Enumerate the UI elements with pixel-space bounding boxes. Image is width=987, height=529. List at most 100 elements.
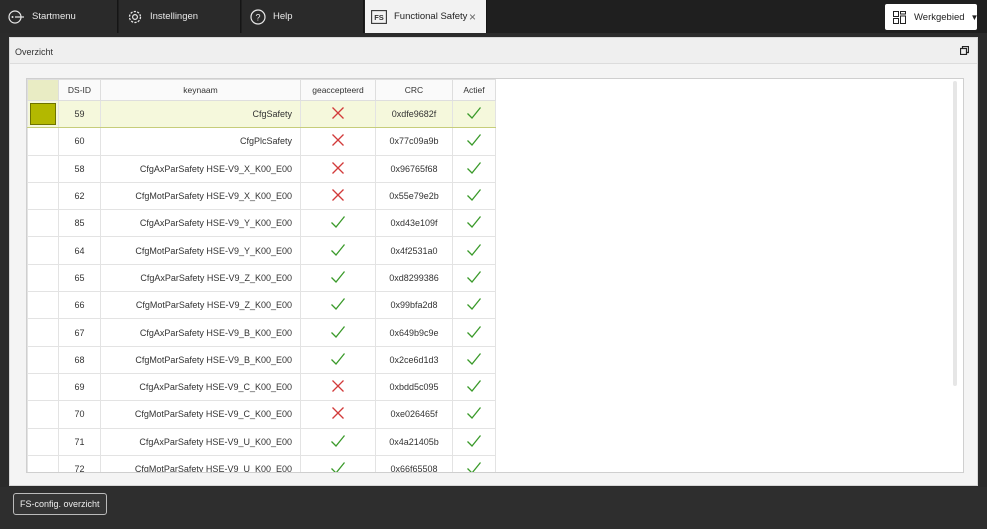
row-select-cell[interactable]	[27, 345, 59, 374]
crc-cell: 0x649b9c9e	[375, 318, 453, 347]
table-row[interactable]: 69 CfgAxParSafety HSE-V9_C_K00_E00 0xbdd5c…	[27, 372, 496, 402]
close-icon[interactable]: ×	[469, 10, 476, 24]
table-container: DS-ID keynaam geaccepteerd CRC Actief 59…	[26, 78, 964, 473]
keynaam-cell: CfgMotParSafety HSE-V9_Z_K00_E00	[100, 291, 301, 320]
table-row[interactable]: 59 CfgSafety 0xdfe9682f	[27, 99, 496, 129]
accepted-check-icon	[300, 291, 376, 320]
ds-id-cell: 70	[58, 400, 101, 429]
top-bar: Startmenu Instellingen ? Help FS Functio…	[0, 0, 987, 33]
scrollbar[interactable]	[953, 81, 957, 386]
active-check-icon	[452, 99, 496, 129]
ds-id-cell: 59	[58, 99, 101, 129]
ds-id-cell: 65	[58, 263, 101, 293]
crc-cell: 0x66f65508	[375, 454, 453, 472]
row-select-cell[interactable]	[27, 372, 59, 402]
keynaam-cell: CfgAxParSafety HSE-V9_Y_K00_E00	[100, 209, 301, 238]
table-header-row: DS-ID keynaam geaccepteerd CRC Actief	[27, 79, 496, 101]
ds-id-cell: 85	[58, 209, 101, 238]
active-check-icon	[452, 291, 496, 320]
table-row[interactable]: 70 CfgMotParSafety HSE-V9_C_K00_E00 0xe026…	[27, 400, 496, 429]
table-row[interactable]: 68 CfgMotParSafety HSE-V9_B_K00_E00 0x2ce6…	[27, 345, 496, 374]
crc-cell: 0xd8299386	[375, 263, 453, 293]
crc-cell: 0x96765f68	[375, 154, 453, 183]
tab-instellingen[interactable]: Instellingen	[119, 0, 241, 33]
ds-id-cell: 64	[58, 236, 101, 265]
keynaam-cell: CfgAxParSafety HSE-V9_C_K00_E00	[100, 372, 301, 402]
active-check-icon	[452, 181, 496, 211]
selection-indicator	[30, 103, 56, 126]
tab-functional-safety[interactable]: FS Functional Safety ×	[365, 0, 487, 33]
row-select-cell[interactable]	[27, 209, 59, 238]
bottom-bar: FS-config. overzicht	[0, 487, 987, 529]
table-row[interactable]: 62 CfgMotParSafety HSE-V9_X_K00_E00 0x55e7…	[27, 181, 496, 211]
row-select-cell[interactable]	[27, 263, 59, 293]
row-select-cell[interactable]	[27, 427, 59, 456]
keynaam-cell: CfgMotParSafety HSE-V9_B_K00_E00	[100, 345, 301, 374]
workspace-icon	[893, 10, 906, 24]
active-check-icon	[452, 209, 496, 238]
table-row[interactable]: 60 CfgPlcSafety 0x77c09a9b	[27, 127, 496, 156]
row-select-cell[interactable]	[27, 236, 59, 265]
active-check-icon	[452, 127, 496, 156]
accepted-check-icon	[300, 236, 376, 265]
not-accepted-cross-icon	[300, 127, 376, 156]
col-header-actief[interactable]: Actief	[452, 79, 496, 101]
active-check-icon	[452, 454, 496, 472]
table-row[interactable]: 67 CfgAxParSafety HSE-V9_B_K00_E00 0x649b9…	[27, 318, 496, 347]
col-header-ds-id[interactable]: DS-ID	[58, 79, 101, 101]
not-accepted-cross-icon	[300, 372, 376, 402]
row-select-cell[interactable]	[27, 318, 59, 347]
row-select-cell[interactable]	[27, 127, 59, 156]
row-select-cell[interactable]	[27, 291, 59, 320]
crc-cell: 0xe026465f	[375, 400, 453, 429]
crc-cell: 0x77c09a9b	[375, 127, 453, 156]
active-check-icon	[452, 345, 496, 374]
col-header-crc[interactable]: CRC	[375, 79, 453, 101]
restore-window-icon[interactable]	[959, 45, 970, 57]
panel-header: Overzicht	[10, 38, 977, 64]
table-row[interactable]: 71 CfgAxParSafety HSE-V9_U_K00_E00 0x4a214…	[27, 427, 496, 456]
table-row[interactable]: 58 CfgAxParSafety HSE-V9_X_K00_E00 0x96765…	[27, 154, 496, 183]
col-header-keynaam[interactable]: keynaam	[100, 79, 301, 101]
active-check-icon	[452, 427, 496, 456]
gear-icon	[127, 9, 143, 25]
table-row[interactable]: 72 CfgMotParSafety HSE-V9_U_K00_E00 0x66f6…	[27, 454, 496, 472]
active-check-icon	[452, 400, 496, 429]
keynaam-cell: CfgPlcSafety	[100, 127, 301, 156]
ds-id-cell: 62	[58, 181, 101, 211]
keynaam-cell: CfgAxParSafety HSE-V9_B_K00_E00	[100, 318, 301, 347]
active-check-icon	[452, 236, 496, 265]
ds-id-cell: 68	[58, 345, 101, 374]
tab-label: Startmenu	[32, 11, 76, 22]
active-check-icon	[452, 154, 496, 183]
keynaam-cell: CfgMotParSafety HSE-V9_U_K00_E00	[100, 454, 301, 472]
not-accepted-cross-icon	[300, 154, 376, 183]
table-row[interactable]: 65 CfgAxParSafety HSE-V9_Z_K00_E00 0xd8299…	[27, 263, 496, 293]
table-row[interactable]: 66 CfgMotParSafety HSE-V9_Z_K00_E00 0x99bf…	[27, 291, 496, 320]
table-row[interactable]: 85 CfgAxParSafety HSE-V9_Y_K00_E00 0xd43e1…	[27, 209, 496, 238]
workspace-label: Werkgebied	[914, 11, 965, 23]
row-select-cell[interactable]	[27, 99, 59, 129]
accepted-check-icon	[300, 209, 376, 238]
active-check-icon	[452, 372, 496, 402]
row-select-cell[interactable]	[27, 154, 59, 183]
fs-config-overview-button[interactable]: FS-config. overzicht	[13, 493, 107, 515]
table-row[interactable]: 64 CfgMotParSafety HSE-V9_Y_K00_E00 0x4f25…	[27, 236, 496, 265]
row-select-cell[interactable]	[27, 181, 59, 211]
tab-label: Functional Safety	[394, 11, 468, 22]
tab-startmenu[interactable]: Startmenu	[0, 0, 118, 33]
row-select-cell[interactable]	[27, 454, 59, 472]
crc-cell: 0x55e79e2b	[375, 181, 453, 211]
accepted-check-icon	[300, 454, 376, 472]
col-header-select[interactable]	[27, 79, 59, 101]
accepted-check-icon	[300, 427, 376, 456]
svg-text:FS: FS	[374, 13, 384, 22]
col-header-geaccepteerd[interactable]: geaccepteerd	[300, 79, 376, 101]
accepted-check-icon	[300, 318, 376, 347]
tab-help[interactable]: ? Help	[242, 0, 364, 33]
row-select-cell[interactable]	[27, 400, 59, 429]
workspace-dropdown[interactable]: Werkgebied ▼	[885, 4, 978, 30]
not-accepted-cross-icon	[300, 99, 376, 129]
not-accepted-cross-icon	[300, 181, 376, 211]
keynaam-cell: CfgSafety	[100, 99, 301, 129]
